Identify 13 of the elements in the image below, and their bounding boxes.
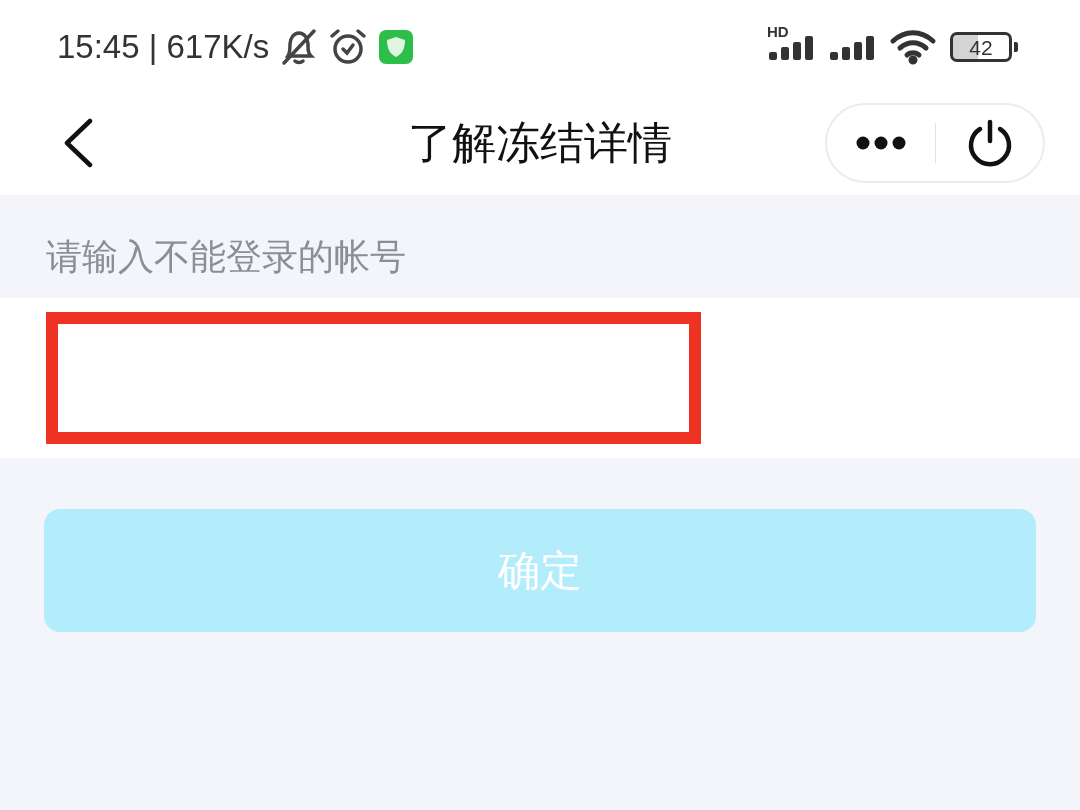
page-title: 了解冻结详情 <box>408 120 672 165</box>
back-icon <box>63 117 93 168</box>
alarm-clock-icon <box>329 28 368 66</box>
input-field[interactable] <box>46 312 701 444</box>
field-label: 请输入不能登录的帐号 <box>46 238 406 275</box>
network-type-label: HD <box>767 24 789 39</box>
shield-icon <box>379 30 414 64</box>
signal-strength-icon <box>828 34 876 60</box>
bell-off-icon <box>281 28 318 66</box>
wifi-icon <box>889 29 937 65</box>
battery-percentage: 42 <box>969 36 993 58</box>
status-time-speed: 15:45 | 617K/s <box>57 27 270 68</box>
more-icon <box>856 135 906 150</box>
